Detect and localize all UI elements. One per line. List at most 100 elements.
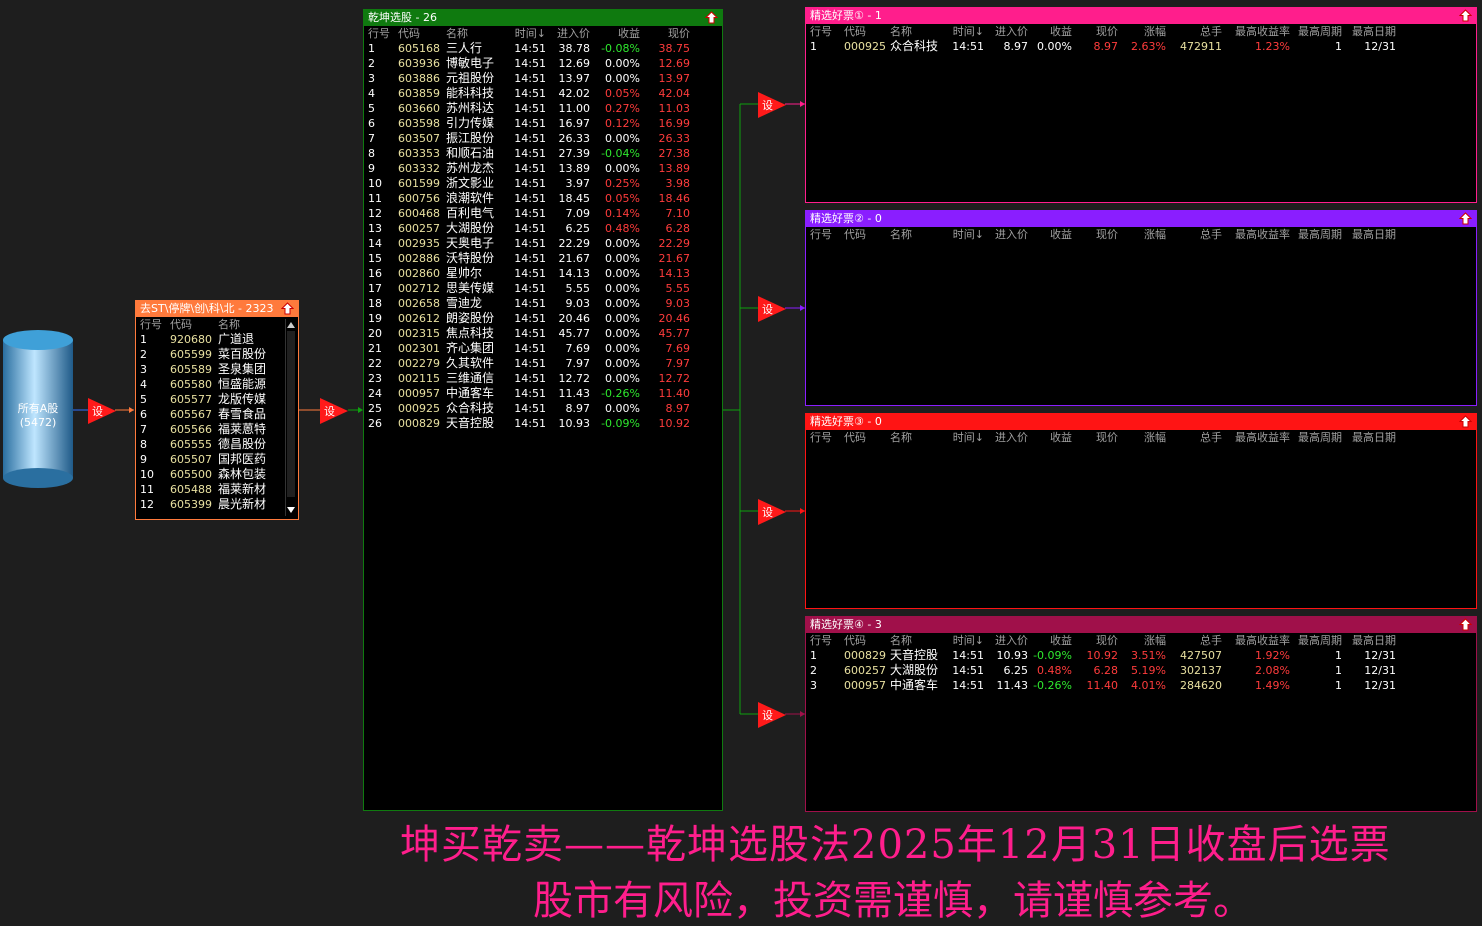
column-header[interactable]: 时间↓ xyxy=(944,633,984,648)
table-row[interactable]: 20 002315 焦点科技 14:51 45.77 0.00% 45.77 xyxy=(368,326,690,341)
table-row[interactable]: 5 605577 龙版传媒 xyxy=(140,392,286,407)
column-header[interactable]: 收益 xyxy=(1028,24,1072,39)
column-header[interactable]: 涨幅 xyxy=(1118,227,1166,242)
table-row[interactable]: 15 002886 沃特股份 14:51 21.67 0.00% 21.67 xyxy=(368,251,690,266)
column-header[interactable]: 时间↓ xyxy=(944,24,984,39)
picks-panel-2[interactable]: 精选好票② - 0 行号 代码 名称 时间↓ 进入价 收益 现价 涨幅 总手 最高收益率 最高周期 最高… xyxy=(805,210,1477,406)
table-row[interactable]: 1 000829 天音控股 14:51 10.93 -0.09% 10.92 3.51% 427… xyxy=(810,648,1396,663)
column-header[interactable]: 现价 xyxy=(1072,24,1118,39)
table-row[interactable]: 8 603353 和顺石油 14:51 27.39 -0.04% 27.38 xyxy=(368,146,690,161)
table-row[interactable]: 10 601599 浙文影业 14:51 3.97 0.25% 3.98 xyxy=(368,176,690,191)
column-header[interactable]: 名称 xyxy=(218,317,286,332)
table-row[interactable]: 18 002658 雪迪龙 14:51 9.03 0.00% 9.03 xyxy=(368,296,690,311)
table-row[interactable]: 12 605399 晨光新材 xyxy=(140,497,286,512)
column-header[interactable]: 时间↓ xyxy=(944,227,984,242)
column-header[interactable]: 最高收益率 xyxy=(1222,633,1290,648)
pin-up-icon[interactable] xyxy=(1459,415,1472,428)
column-header[interactable]: 最高日期 xyxy=(1342,24,1396,39)
table-row[interactable]: 24 000957 中通客车 14:51 11.43 -0.26% 11.40 xyxy=(368,386,690,401)
column-header[interactable]: 代码 xyxy=(844,633,890,648)
column-header[interactable]: 涨幅 xyxy=(1118,430,1166,445)
set-button-4[interactable]: 设 xyxy=(758,296,786,322)
pin-up-icon[interactable] xyxy=(1459,9,1472,22)
column-header[interactable]: 时间↓ xyxy=(510,26,546,41)
table-row[interactable]: 9 605507 国邦医药 xyxy=(140,452,286,467)
table-row[interactable]: 13 600257 大湖股份 14:51 6.25 0.48% 6.28 xyxy=(368,221,690,236)
set-button-1[interactable]: 设 xyxy=(88,398,116,424)
column-header[interactable]: 现价 xyxy=(1072,430,1118,445)
column-header[interactable]: 名称 xyxy=(890,24,944,39)
column-header[interactable]: 名称 xyxy=(890,430,944,445)
table-row[interactable]: 23 002115 三维通信 14:51 12.72 0.00% 12.72 xyxy=(368,371,690,386)
column-header[interactable]: 行号 xyxy=(810,430,844,445)
table-row[interactable]: 4 603859 能科科技 14:51 42.02 0.05% 42.04 xyxy=(368,86,690,101)
column-header[interactable]: 收益 xyxy=(590,26,640,41)
column-header[interactable]: 进入价 xyxy=(984,227,1028,242)
column-header[interactable]: 名称 xyxy=(890,227,944,242)
table-row[interactable]: 9 603332 苏州龙杰 14:51 13.89 0.00% 13.89 xyxy=(368,161,690,176)
pin-up-icon[interactable] xyxy=(1459,618,1472,631)
scroll-up-icon[interactable] xyxy=(286,320,296,330)
column-header[interactable]: 最高收益率 xyxy=(1222,24,1290,39)
table-row[interactable]: 8 605555 德昌股份 xyxy=(140,437,286,452)
column-header[interactable]: 行号 xyxy=(810,633,844,648)
table-row[interactable]: 7 603507 振江股份 14:51 26.33 0.00% 26.33 xyxy=(368,131,690,146)
column-header[interactable]: 最高日期 xyxy=(1342,633,1396,648)
column-header[interactable]: 代码 xyxy=(398,26,446,41)
table-row[interactable]: 14 002935 天奥电子 14:51 22.29 0.00% 22.29 xyxy=(368,236,690,251)
column-header[interactable]: 代码 xyxy=(170,317,218,332)
filter-scrollbar[interactable] xyxy=(285,319,296,516)
pin-up-icon[interactable] xyxy=(281,302,294,315)
column-header[interactable]: 代码 xyxy=(844,24,890,39)
filter-panel-header[interactable]: 去ST\停牌\创\科\北 - 2323 xyxy=(136,301,298,317)
column-header[interactable]: 现价 xyxy=(640,26,690,41)
column-header[interactable]: 收益 xyxy=(1028,633,1072,648)
table-row[interactable]: 11 605488 福莱新材 xyxy=(140,482,286,497)
column-header[interactable]: 行号 xyxy=(368,26,398,41)
table-row[interactable]: 3 603886 元祖股份 14:51 13.97 0.00% 13.97 xyxy=(368,71,690,86)
set-button-5[interactable]: 设 xyxy=(758,499,786,525)
picks-panel-header[interactable]: 精选好票④ - 3 xyxy=(806,617,1476,633)
column-header[interactable]: 最高周期 xyxy=(1290,227,1342,242)
column-header[interactable]: 代码 xyxy=(844,227,890,242)
column-header[interactable]: 行号 xyxy=(140,317,170,332)
picks-panel-4[interactable]: 精选好票④ - 3 行号 代码 名称 时间↓ 进入价 收益 现价 涨幅 总手 最高收益率 最高周期 最高… xyxy=(805,616,1477,812)
source-all-a-shares[interactable]: 所有A股 (5472) xyxy=(3,330,73,488)
column-header[interactable]: 进入价 xyxy=(984,430,1028,445)
table-row[interactable]: 7 605566 福莱蒽特 xyxy=(140,422,286,437)
set-button-2[interactable]: 设 xyxy=(320,398,348,424)
pin-up-icon[interactable] xyxy=(705,11,718,24)
set-button-3[interactable]: 设 xyxy=(758,92,786,118)
column-header[interactable]: 行号 xyxy=(810,24,844,39)
column-header[interactable]: 最高日期 xyxy=(1342,227,1396,242)
column-header[interactable]: 现价 xyxy=(1072,633,1118,648)
main-selection-panel[interactable]: 乾坤选股 - 26 行号 代码 名称 时间↓ 进入价 收益 现价 1 605168 三人行 14:… xyxy=(363,9,723,811)
table-row[interactable]: 25 000925 众合科技 14:51 8.97 0.00% 8.97 xyxy=(368,401,690,416)
table-row[interactable]: 2 603936 博敏电子 14:51 12.69 0.00% 12.69 xyxy=(368,56,690,71)
table-row[interactable]: 16 002860 星帅尔 14:51 14.13 0.00% 14.13 xyxy=(368,266,690,281)
column-header[interactable]: 收益 xyxy=(1028,227,1072,242)
table-row[interactable]: 4 605580 恒盛能源 xyxy=(140,377,286,392)
column-header[interactable]: 总手 xyxy=(1166,633,1222,648)
column-header[interactable]: 进入价 xyxy=(546,26,590,41)
picks-panel-header[interactable]: 精选好票③ - 0 xyxy=(806,414,1476,430)
table-row[interactable]: 12 600468 百利电气 14:51 7.09 0.14% 7.10 xyxy=(368,206,690,221)
table-row[interactable]: 26 000829 天音控股 14:51 10.93 -0.09% 10.92 xyxy=(368,416,690,431)
column-header[interactable]: 现价 xyxy=(1072,227,1118,242)
table-row[interactable]: 19 002612 朗姿股份 14:51 20.46 0.00% 20.46 xyxy=(368,311,690,326)
table-row[interactable]: 6 605567 春雪食品 xyxy=(140,407,286,422)
column-header[interactable]: 总手 xyxy=(1166,24,1222,39)
column-header[interactable]: 行号 xyxy=(810,227,844,242)
column-header[interactable]: 最高周期 xyxy=(1290,24,1342,39)
column-header[interactable]: 收益 xyxy=(1028,430,1072,445)
column-header[interactable]: 最高周期 xyxy=(1290,633,1342,648)
table-row[interactable]: 1 605168 三人行 14:51 38.78 -0.08% 38.75 xyxy=(368,41,690,56)
column-header[interactable]: 代码 xyxy=(844,430,890,445)
column-header[interactable]: 最高收益率 xyxy=(1222,227,1290,242)
table-row[interactable]: 3 605589 圣泉集团 xyxy=(140,362,286,377)
scroll-down-icon[interactable] xyxy=(286,505,296,515)
column-header[interactable]: 进入价 xyxy=(984,24,1028,39)
picks-panel-header[interactable]: 精选好票① - 1 xyxy=(806,8,1476,24)
table-row[interactable]: 22 002279 久其软件 14:51 7.97 0.00% 7.97 xyxy=(368,356,690,371)
column-header[interactable]: 名称 xyxy=(446,26,510,41)
